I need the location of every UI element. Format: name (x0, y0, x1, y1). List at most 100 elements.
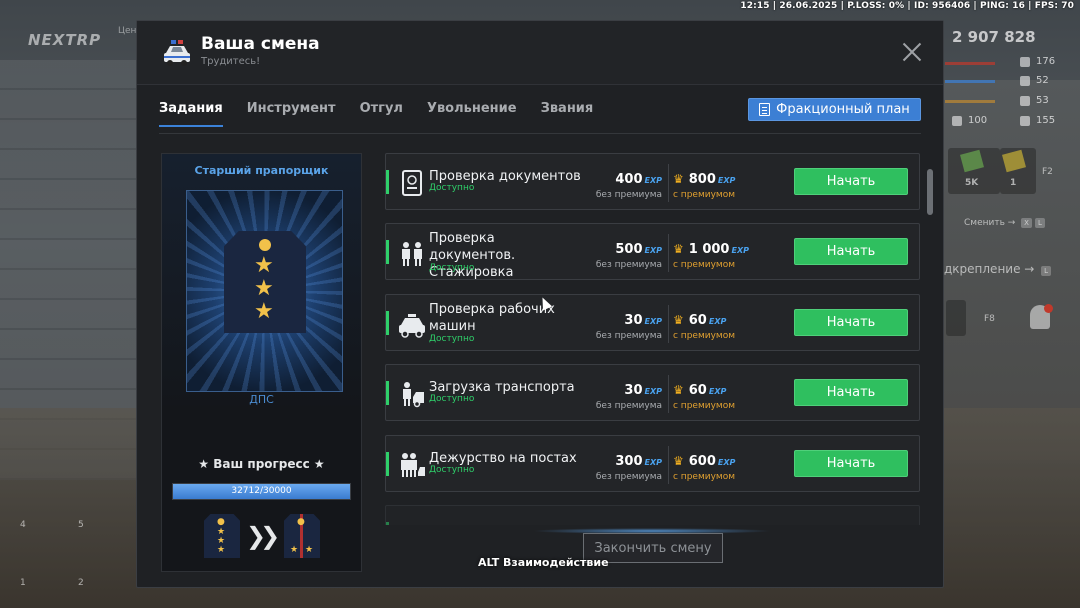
drink-icon (1020, 95, 1030, 106)
pulse-icon (1020, 56, 1030, 67)
start-button[interactable]: Начать (794, 168, 908, 195)
rank-faction: ДПС (249, 393, 274, 406)
task-scrollbar[interactable] (927, 169, 933, 529)
reward-base: 300 EXP без премиума (595, 454, 662, 482)
health-bar (945, 62, 995, 65)
faction-plan-button[interactable]: Фракционный план (748, 98, 921, 121)
star-icon: ★ (254, 299, 274, 324)
hud-radio[interactable] (946, 300, 966, 336)
task-name: Проверка документов. Стажировка (429, 231, 516, 280)
tab-day-off[interactable]: Отгул (360, 101, 403, 126)
modal-title: Ваша смена (201, 34, 320, 54)
passport-icon (402, 170, 422, 196)
loading-vehicle-icon (403, 382, 424, 408)
start-button[interactable]: Начать (794, 238, 908, 265)
shield-icon (1020, 115, 1030, 126)
scrollbar-thumb[interactable] (927, 169, 933, 215)
reward-premium: ♛ 1 000 EXP с премиумом (673, 242, 749, 270)
hud-stat-100: 100 (952, 115, 987, 126)
reward-premium: ♛ 60 EXP с премиумом (673, 313, 735, 341)
task-row: Проверка документов. Стажировка Доступно… (385, 223, 920, 280)
hud-slot-2: 2 (78, 578, 84, 588)
progress-text: 32712/30000 (231, 486, 292, 496)
reward-base: 30 EXP без премиума (595, 313, 662, 341)
crown-icon: ♛ (673, 383, 684, 397)
crown-icon: ♛ (673, 242, 684, 256)
tab-tool[interactable]: Инструмент (247, 101, 336, 126)
task-status: Доступно (429, 334, 475, 344)
arrows-icon (952, 115, 962, 126)
notification-badge (1044, 304, 1053, 313)
crown-icon: ♛ (673, 172, 684, 186)
modal-header: Ваша смена Трудитесь! (137, 21, 943, 85)
epaulet-icon: ★ ★ ★ (224, 231, 306, 333)
task-row: Проверка рабочих машин Доступно 30 EXP бе… (385, 294, 920, 351)
hunger-bar (945, 100, 995, 103)
hud-slot-4: 4 (20, 520, 26, 530)
hud-slot-5: 5 (78, 520, 84, 530)
logo-subtitle: Цен (118, 26, 137, 36)
reward-base: 400 EXP без премиума (595, 172, 662, 200)
hud-key-f8: F8 (984, 314, 995, 324)
police-car-icon (164, 40, 190, 66)
tab-divider (159, 133, 921, 134)
reward-base: 30 EXP без премиума (595, 383, 662, 411)
hud-reinforce: дкрепление → L (944, 262, 1052, 276)
chevron-right-icon: ❯❯ (246, 522, 280, 550)
modal-subtitle: Трудитесь! (201, 56, 261, 67)
task-status: Доступно (429, 263, 475, 273)
hud-key-f2: F2 (1042, 167, 1053, 177)
epaulet-button (259, 239, 271, 251)
star-icon: ★ (254, 253, 274, 278)
crown-icon: ♛ (673, 454, 684, 468)
rank-panel: Старший прапорщик ★ ★ ★ ДПС ★ Ваш прогре… (161, 153, 362, 572)
faction-plan-label: Фракционный план (776, 102, 910, 117)
start-button[interactable]: Начать (794, 450, 908, 477)
star-icon: ★ (254, 276, 274, 301)
tab-ranks[interactable]: Звания (541, 101, 594, 126)
reward-premium: ♛ 800 EXP с премиумом (673, 172, 736, 200)
hud-slot-1b: 1 (20, 578, 26, 588)
hud-stat-food: 53 (1020, 95, 1049, 106)
document-icon (759, 103, 771, 116)
reward-base: 500 EXP без премиума (595, 242, 662, 270)
tab-bar: Задания Инструмент Отгул Увольнение Зван… (159, 101, 594, 127)
start-button[interactable]: Начать (794, 379, 908, 406)
money-display: 2 907 828 (952, 28, 1036, 46)
task-row: Проверка документов Доступно 400 EXP без … (385, 153, 920, 210)
crown-icon: ♛ (673, 313, 684, 327)
status-bar: 12:15 | 26.06.2025 | P.LOSS: 0% | ID: 95… (740, 1, 1074, 11)
hud-stat-energy: 52 (1020, 75, 1049, 86)
reward-premium: ♛ 60 EXP с премиумом (673, 383, 735, 411)
armor-bar (945, 80, 995, 83)
reward-premium: ♛ 600 EXP с премиумом (673, 454, 736, 482)
start-button[interactable]: Начать (794, 309, 908, 336)
task-list: Проверка документов Доступно 400 EXP без … (385, 153, 921, 525)
task-status: Доступно (429, 465, 475, 475)
lightning-icon (1020, 75, 1030, 86)
rank-name: Старший прапорщик (194, 164, 329, 177)
progress-bar: 32712/30000 (172, 483, 351, 500)
close-icon[interactable] (901, 41, 923, 63)
task-status: Доступно (429, 394, 475, 404)
interaction-hint: ALT Взаимодействие (478, 556, 609, 569)
task-row-partial (385, 505, 920, 525)
hud-stat-health: 176 (1020, 56, 1055, 67)
tab-tasks[interactable]: Задания (159, 101, 223, 127)
task-status: Доступно (429, 183, 475, 193)
progress-label: ★ Ваш прогресс ★ (198, 457, 325, 471)
current-rank-epaulet-icon: ● ★ ★ ★ (204, 514, 240, 558)
patrol-post-icon (401, 453, 425, 477)
tab-dismissal[interactable]: Увольнение (427, 101, 517, 126)
rank-card: ★ ★ ★ (186, 190, 343, 392)
police-car-icon (399, 314, 425, 338)
hud-change: Сменить → XL (964, 218, 1045, 228)
next-rank-epaulet-icon: ● ★ ★ (284, 514, 320, 558)
task-row: Дежурство на постах Доступно 300 EXP без … (385, 435, 920, 492)
hud-slot-1: 1 (1010, 178, 1017, 188)
officers-icon (402, 242, 422, 266)
hud-slot-5k: 5K (965, 178, 979, 188)
hud-stat-armor: 155 (1020, 115, 1055, 126)
task-row: Загрузка транспорта Доступно 30 EXP без п… (385, 364, 920, 421)
game-logo: NEXTRP (28, 31, 102, 49)
